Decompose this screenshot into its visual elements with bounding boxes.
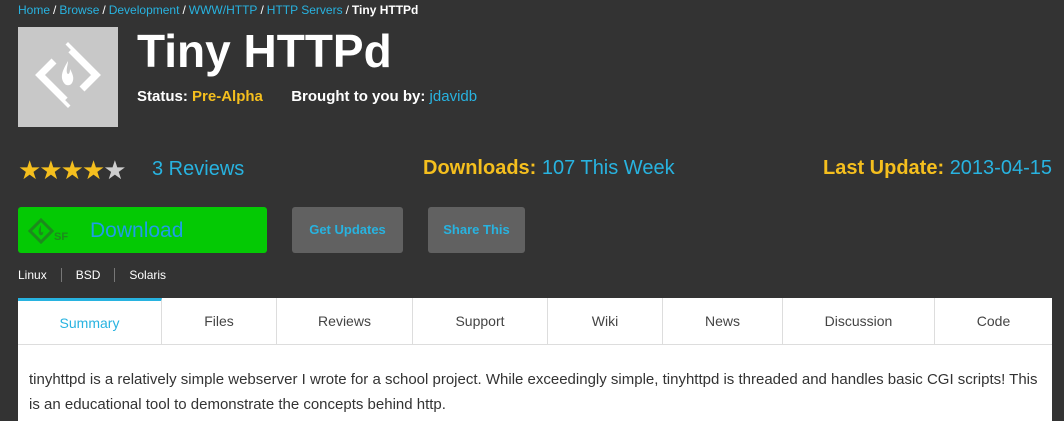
summary-panel: tinyhttpd is a relatively simple webserv…: [18, 345, 1052, 421]
project-description: tinyhttpd is a relatively simple webserv…: [29, 371, 1038, 413]
breadcrumb-separator: /: [53, 3, 57, 17]
svg-text:SF: SF: [54, 231, 68, 243]
full-stars: ★★★★: [18, 155, 105, 185]
breadcrumb-home[interactable]: Home: [18, 3, 50, 17]
last-update-stat: Last Update: 2013-04-15: [823, 157, 1052, 180]
author-link[interactable]: jdavidb: [430, 88, 478, 105]
tab-wiki[interactable]: Wiki: [548, 298, 663, 344]
reviews-link[interactable]: 3 Reviews: [152, 158, 244, 181]
last-update-label: Last Update:: [823, 157, 945, 179]
breadcrumb-separator: /: [260, 3, 264, 17]
star-rating: ★★★★★: [18, 155, 127, 186]
download-button[interactable]: SF Download: [18, 207, 267, 253]
sourceforge-diamond-icon: [35, 42, 101, 108]
tab-support[interactable]: Support: [413, 298, 548, 344]
last-update-value: 2013-04-15: [949, 157, 1052, 179]
project-logo[interactable]: [18, 27, 118, 127]
platform-solaris: Solaris: [114, 268, 180, 282]
breadcrumb-current: Tiny HTTPd: [351, 3, 419, 17]
downloads-stat: Downloads: 107 This Week: [423, 157, 675, 180]
breadcrumb-www-http[interactable]: WWW/HTTP: [189, 3, 258, 17]
status-label: Status:: [137, 88, 188, 105]
platform-bsd: BSD: [60, 268, 115, 282]
downloads-value[interactable]: 107 This Week: [542, 157, 675, 179]
tab-reviews[interactable]: Reviews: [277, 298, 413, 344]
platform-list: Linux BSD Solaris: [18, 268, 180, 282]
platform-linux: Linux: [18, 268, 47, 282]
tab-news[interactable]: News: [663, 298, 783, 344]
breadcrumb-separator: /: [102, 3, 106, 17]
get-updates-button[interactable]: Get Updates: [292, 207, 403, 253]
share-button[interactable]: Share This: [428, 207, 525, 253]
tab-summary[interactable]: Summary: [18, 298, 162, 344]
breadcrumb-separator: /: [182, 3, 186, 17]
tab-code[interactable]: Code: [935, 298, 1052, 344]
breadcrumb-http-servers[interactable]: HTTP Servers: [267, 3, 343, 17]
author-label: Brought to you by:: [291, 88, 426, 105]
downloads-label: Downloads:: [423, 157, 537, 179]
tab-files[interactable]: Files: [162, 298, 277, 344]
half-star-icon: ★: [103, 155, 126, 185]
project-meta: Status: Pre-Alpha Brought to you by: jda…: [137, 88, 477, 105]
download-label: Download: [90, 219, 184, 242]
breadcrumb: Home / Browse / Development / WWW/HTTP / HTTP Se…: [18, 3, 418, 17]
tab-discussion[interactable]: Discussion: [783, 298, 935, 344]
breadcrumb-separator: /: [345, 3, 349, 17]
status-value: Pre-Alpha: [192, 88, 263, 105]
breadcrumb-browse[interactable]: Browse: [59, 3, 99, 17]
project-tabs: Summary Files Reviews Support Wiki News …: [18, 298, 1052, 345]
sourceforge-icon: SF: [28, 218, 68, 244]
breadcrumb-development[interactable]: Development: [109, 3, 180, 17]
project-title: Tiny HTTPd: [137, 25, 392, 77]
